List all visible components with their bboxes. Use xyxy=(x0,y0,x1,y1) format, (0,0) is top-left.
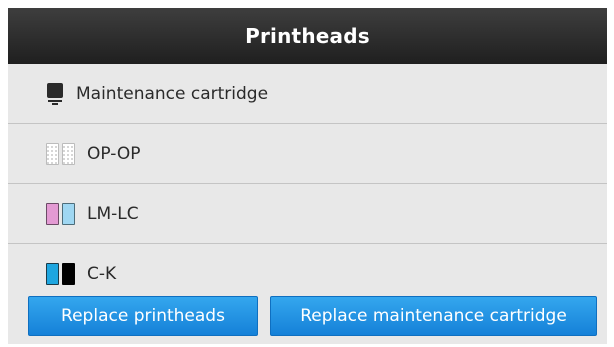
printhead-op-op-icon xyxy=(46,142,75,165)
page-title: Printheads xyxy=(245,24,370,48)
list-item-label: C-K xyxy=(87,263,117,284)
list-item-maintenance-cartridge[interactable]: Maintenance cartridge xyxy=(8,64,607,124)
maintenance-cartridge-icon xyxy=(46,82,64,105)
list-item-label: LM-LC xyxy=(87,203,139,224)
replace-printheads-button[interactable]: Replace printheads xyxy=(28,296,258,336)
list-item-label: Maintenance cartridge xyxy=(76,83,269,104)
list-item-lm-lc[interactable]: LM-LC xyxy=(8,184,607,244)
header-bar: Printheads xyxy=(8,8,607,64)
printhead-c-k-icon xyxy=(46,262,75,285)
printheads-screen: Printheads Maintenance cartridge OP-OP L… xyxy=(8,8,607,344)
printhead-lm-lc-icon xyxy=(46,202,75,225)
list-item-label: OP-OP xyxy=(87,143,141,164)
printhead-list: Maintenance cartridge OP-OP LM-LC C-K xyxy=(8,64,607,304)
list-item-op-op[interactable]: OP-OP xyxy=(8,124,607,184)
footer-bar: Replace printheads Replace maintenance c… xyxy=(8,294,607,344)
replace-maintenance-cartridge-button[interactable]: Replace maintenance cartridge xyxy=(270,296,597,336)
